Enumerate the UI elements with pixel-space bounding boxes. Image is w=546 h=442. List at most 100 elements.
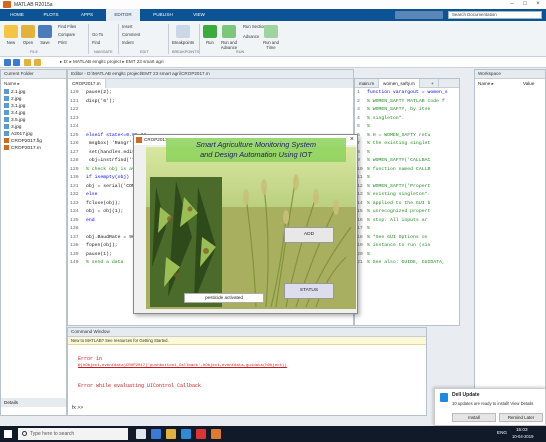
file-item[interactable]: 3.5.jpg — [4, 117, 25, 124]
ribbon-tabs: HOME PLOTS APPS EDITOR PUBLISH VIEW Sear… — [0, 9, 546, 21]
code-line: 124 — [70, 124, 79, 129]
notification-body: 10 updates are ready to install! View De… — [452, 401, 534, 406]
editor-ribbon: New Open Save Find Files Compare Print G… — [0, 21, 546, 57]
insert-button[interactable]: Insert — [122, 24, 132, 29]
file-item[interactable]: 3.jpg — [4, 124, 21, 131]
add-button[interactable]: ADD — [284, 227, 334, 243]
matlab-taskbar-icon[interactable] — [211, 429, 221, 439]
taskbar: Type here to search ENG 15:03 10-04-2019 — [0, 426, 546, 442]
status-button[interactable]: STATUS — [284, 283, 334, 299]
advance-button[interactable]: Advance — [243, 34, 259, 39]
clock-date[interactable]: 10-04-2019 — [512, 434, 533, 439]
install-button[interactable]: Install — [452, 413, 496, 422]
current-path[interactable]: ▸ D: ▸ MATLAB emgltc project ▸ EMT 23 sm… — [60, 59, 164, 65]
code-line: 16% stop. All inputs ar — [357, 217, 428, 223]
group-label-navigate: NAVIGATE — [94, 50, 113, 54]
store-icon[interactable] — [181, 429, 191, 439]
breakpoints-icon[interactable] — [176, 25, 190, 38]
folder-up-icon[interactable] — [24, 59, 31, 66]
tab-publish[interactable]: PUBLISH — [148, 9, 178, 21]
tab-plots[interactable]: PLOTS — [38, 9, 64, 21]
new-tab-button[interactable]: + — [427, 79, 439, 88]
taskbar-search-input[interactable]: Type here to search — [18, 428, 128, 440]
code-line: 121 disp('6'); — [70, 98, 115, 104]
window-title: MATLAB R2015a — [14, 2, 53, 8]
dialog-app-icon — [136, 137, 142, 143]
run-and-advance-button[interactable]: Run and Advance — [218, 40, 240, 50]
tab-women-safty[interactable]: women_safty.m — [379, 79, 420, 88]
workspace-name-header[interactable]: Name ▸ — [478, 81, 494, 87]
go-to-button[interactable]: Go To — [92, 32, 103, 37]
file-item[interactable]: 2.jpg — [4, 96, 21, 103]
run-and-time-icon[interactable] — [264, 25, 278, 38]
run-section-button[interactable]: Run Section — [243, 24, 266, 29]
remind-later-button[interactable]: Remind Later — [499, 413, 543, 422]
tab-main[interactable]: main.m — [355, 79, 380, 88]
file-item[interactable]: CROP2017.fig — [4, 138, 42, 145]
error-text: Error while evaluating UIControl Callbac… — [78, 383, 202, 389]
ribbon-separator — [118, 24, 119, 54]
file-item[interactable]: 3.1.jpg — [4, 103, 25, 110]
task-view-icon[interactable] — [136, 429, 146, 439]
save-icon[interactable] — [38, 25, 52, 38]
comment-button[interactable]: Comment — [122, 32, 140, 37]
windows-start-icon[interactable] — [4, 430, 12, 438]
open-icon[interactable] — [21, 25, 35, 38]
quick-access-toolbar[interactable] — [395, 11, 443, 19]
search-input[interactable]: Search Documentation — [448, 11, 542, 19]
tab-apps[interactable]: APPS — [74, 9, 100, 21]
ribbon-separator — [199, 24, 200, 54]
notification-title: Dell Update — [452, 392, 480, 398]
command-prompt[interactable]: fx >> — [72, 405, 83, 411]
file-explorer-icon[interactable] — [166, 429, 176, 439]
code-line: 19% instance to run (sin — [357, 243, 431, 248]
tab-home[interactable]: HOME — [4, 9, 30, 21]
error-callback-link[interactable]: @(hObject,eventdata)CROP2017('pushbutton… — [78, 364, 287, 368]
command-window[interactable]: Command Window New to MATLAB? See resour… — [67, 327, 427, 416]
name-column-header[interactable]: Name ▸ — [4, 81, 20, 87]
workspace-value-header[interactable]: Value — [523, 81, 534, 86]
clock-time[interactable]: 15:03 — [516, 427, 528, 432]
tab-editor[interactable]: EDITOR — [106, 9, 140, 21]
code-line: 20% — [357, 251, 370, 257]
details-bar[interactable]: Details — [1, 398, 66, 407]
title-bar: MATLAB R2015a – □ × — [0, 0, 546, 9]
run-button[interactable]: Run — [200, 40, 220, 45]
tab-crop2017[interactable]: CROP2017.m — [68, 79, 106, 88]
print-button[interactable]: Print — [58, 40, 67, 45]
code-area-2[interactable]: 1 function varargout = women_s 2% WOMEN_S… — [355, 89, 459, 325]
file-item[interactable]: 3.4.jpg — [4, 110, 25, 117]
language-indicator[interactable]: ENG — [497, 430, 507, 435]
getting-started-notice[interactable]: New to MATLAB? See resources for Getting… — [68, 337, 426, 345]
file-item[interactable]: 2.1.jpg — [4, 89, 25, 96]
breakpoints-button[interactable]: Breakpoints — [168, 40, 198, 45]
minimize-icon[interactable]: – — [507, 1, 517, 8]
new-icon[interactable] — [4, 25, 18, 38]
indent-button[interactable]: Indent — [122, 40, 134, 45]
find-button[interactable]: Find — [92, 40, 100, 45]
app-icon-red[interactable] — [196, 429, 206, 439]
run-icon[interactable] — [203, 25, 217, 38]
open-button[interactable]: Open — [19, 40, 37, 45]
forward-icon[interactable] — [13, 59, 20, 66]
editor-title: Editor - D:\MATLAB emgltc project\EMT 23… — [68, 70, 353, 79]
file-item[interactable]: A2017.jpg — [4, 131, 33, 138]
run-and-time-button[interactable]: Run and Time — [259, 40, 283, 50]
file-item[interactable]: CROP2017.m — [4, 145, 41, 152]
edge-browser-icon[interactable] — [151, 429, 161, 439]
browse-folder-icon[interactable] — [34, 59, 41, 66]
find-files-button[interactable]: Find Files — [58, 24, 76, 29]
run-and-advance-icon[interactable] — [222, 25, 236, 38]
tab-view[interactable]: VIEW — [186, 9, 212, 21]
group-label-file: FILE — [30, 50, 39, 54]
save-button[interactable]: Save — [36, 40, 54, 45]
code-line: 18% *See GUI Options on — [357, 234, 428, 240]
dialog-close-icon[interactable]: × — [350, 135, 354, 145]
new-button[interactable]: New — [2, 40, 20, 45]
compare-button[interactable]: Compare — [58, 32, 75, 37]
maximize-icon[interactable]: □ — [520, 1, 530, 8]
code-line: 14% applied to the GUI b — [357, 200, 431, 206]
dell-update-icon — [440, 393, 448, 402]
back-icon[interactable] — [4, 59, 11, 66]
close-icon[interactable]: × — [533, 1, 543, 8]
